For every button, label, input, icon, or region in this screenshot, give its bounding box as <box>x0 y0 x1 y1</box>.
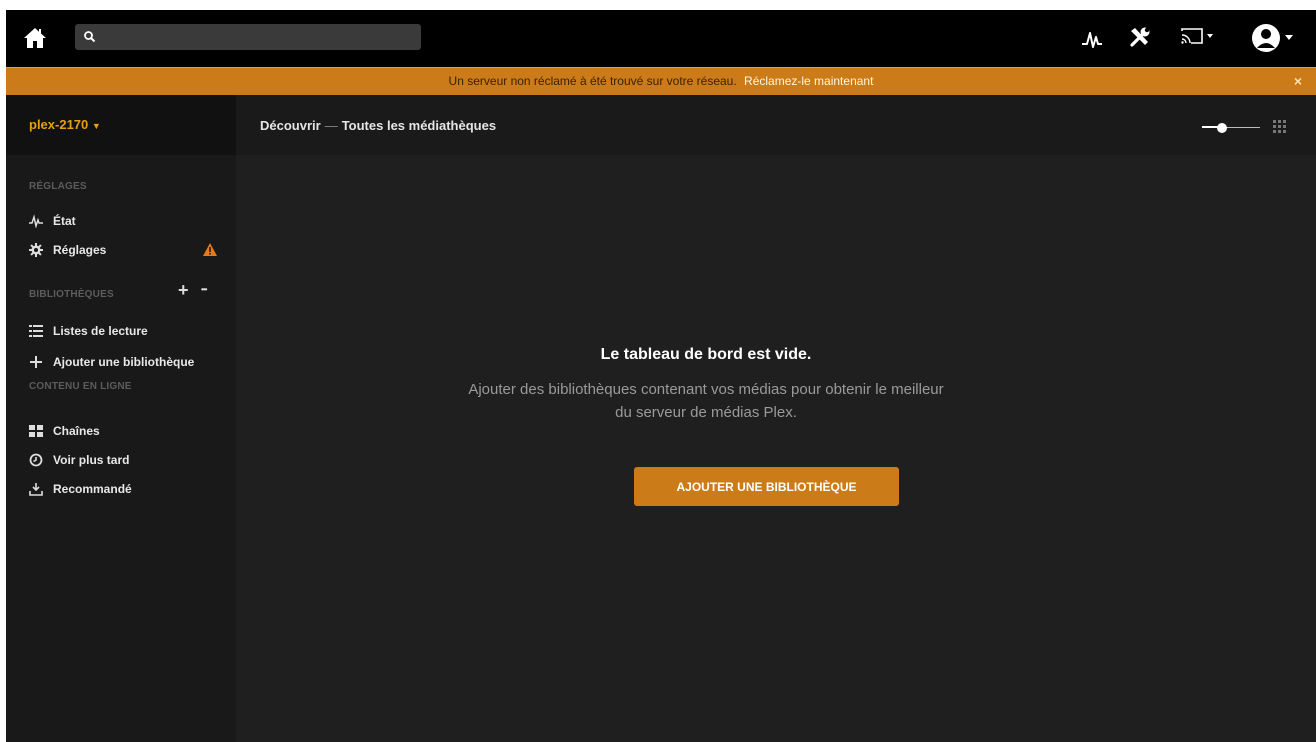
sidebar-item-label: Réglages <box>53 243 107 257</box>
plus-icon <box>30 356 42 368</box>
cast-icon[interactable] <box>1179 25 1219 49</box>
empty-dashboard-description-line: Ajouter des bibliothèques contenant vos … <box>468 381 944 398</box>
main-content: Découvrir — Toutes les médiathèques Le tab… <box>236 95 1316 742</box>
breadcrumb-all-libraries: Toutes les médiathèques <box>341 118 497 133</box>
grid-view-icon[interactable] <box>1273 120 1287 134</box>
sidebar-item-add-library[interactable]: Ajouter une bibliothèque <box>29 352 194 372</box>
sidebar-item-label: Chaînes <box>53 424 100 438</box>
activity-icon <box>29 214 43 228</box>
banner-message: Un serveur non réclamé à été trouvé sur … <box>448 74 737 88</box>
poster-size-slider[interactable] <box>1202 123 1260 133</box>
sidebar-item-watch-later[interactable]: Voir plus tard <box>29 450 129 470</box>
breadcrumb-discover[interactable]: Découvrir <box>260 118 321 133</box>
library-more-options-button[interactable]: ••• <box>201 283 207 297</box>
server-selector-button[interactable]: plex-2170 ▼ <box>29 117 101 132</box>
claim-server-link[interactable]: Réclamez-le maintenant <box>744 74 873 88</box>
server-selector[interactable]: plex-2170 ▼ <box>6 95 236 155</box>
download-tray-icon <box>29 483 43 496</box>
sidebar: plex-2170 ▼ RÉGLAGES État Réglages BIBLI… <box>6 95 236 742</box>
sidebar-item-label: Voir plus tard <box>53 453 130 467</box>
section-heading-online-content: CONTENU EN LIGNE <box>29 381 132 392</box>
search-box[interactable] <box>75 24 421 50</box>
search-input[interactable] <box>103 24 413 50</box>
add-library-plus-button[interactable]: + <box>178 281 189 299</box>
breadcrumb-separator: — <box>324 118 338 133</box>
empty-dashboard-title: Le tableau de bord est vide. <box>600 346 812 363</box>
home-icon[interactable] <box>23 26 47 50</box>
slider-handle[interactable] <box>1217 123 1227 133</box>
add-library-button[interactable]: AJOUTER UNE BIBLIOTHÈQUE <box>634 467 899 506</box>
unclaimed-server-banner: Un serveur non réclamé à été trouvé sur … <box>6 67 1316 95</box>
close-banner-button[interactable]: × <box>1294 68 1302 95</box>
sidebar-item-label: État <box>53 214 76 228</box>
search-icon <box>84 31 96 43</box>
clock-icon <box>29 453 43 467</box>
section-heading-libraries: BIBLIOTHÈQUES <box>29 289 114 300</box>
top-bar <box>6 10 1316 67</box>
server-name: plex-2170 <box>29 117 89 132</box>
sidebar-item-settings[interactable]: Réglages <box>29 240 106 260</box>
sidebar-item-label: Listes de lecture <box>53 324 148 338</box>
grid-icon <box>29 425 43 437</box>
sidebar-item-channels[interactable]: Chaînes <box>29 421 100 441</box>
sidebar-item-label: Recommandé <box>53 482 132 496</box>
section-heading-settings: RÉGLAGES <box>29 181 87 192</box>
warning-icon <box>203 243 217 256</box>
breadcrumb: Découvrir — Toutes les médiathèques <box>260 118 496 133</box>
activity-icon[interactable] <box>1081 25 1103 49</box>
app-window: Un serveur non réclamé à été trouvé sur … <box>6 10 1316 742</box>
empty-dashboard-description-line: du serveur de médias Plex. <box>615 404 797 421</box>
sidebar-item-playlists[interactable]: Listes de lecture <box>29 321 148 341</box>
user-avatar-icon[interactable] <box>1251 23 1299 53</box>
tools-icon[interactable] <box>1128 25 1152 49</box>
sidebar-item-status[interactable]: État <box>29 211 76 231</box>
empty-dashboard-description: Ajouter des bibliothèques contenant vos … <box>456 378 956 424</box>
list-icon <box>29 325 43 337</box>
gear-icon <box>29 243 43 257</box>
sidebar-item-label: Ajouter une bibliothèque <box>53 355 195 369</box>
content-header: Découvrir — Toutes les médiathèques <box>236 95 1316 155</box>
sidebar-item-recommended[interactable]: Recommandé <box>29 479 132 499</box>
chevron-down-icon: ▼ <box>91 121 101 131</box>
